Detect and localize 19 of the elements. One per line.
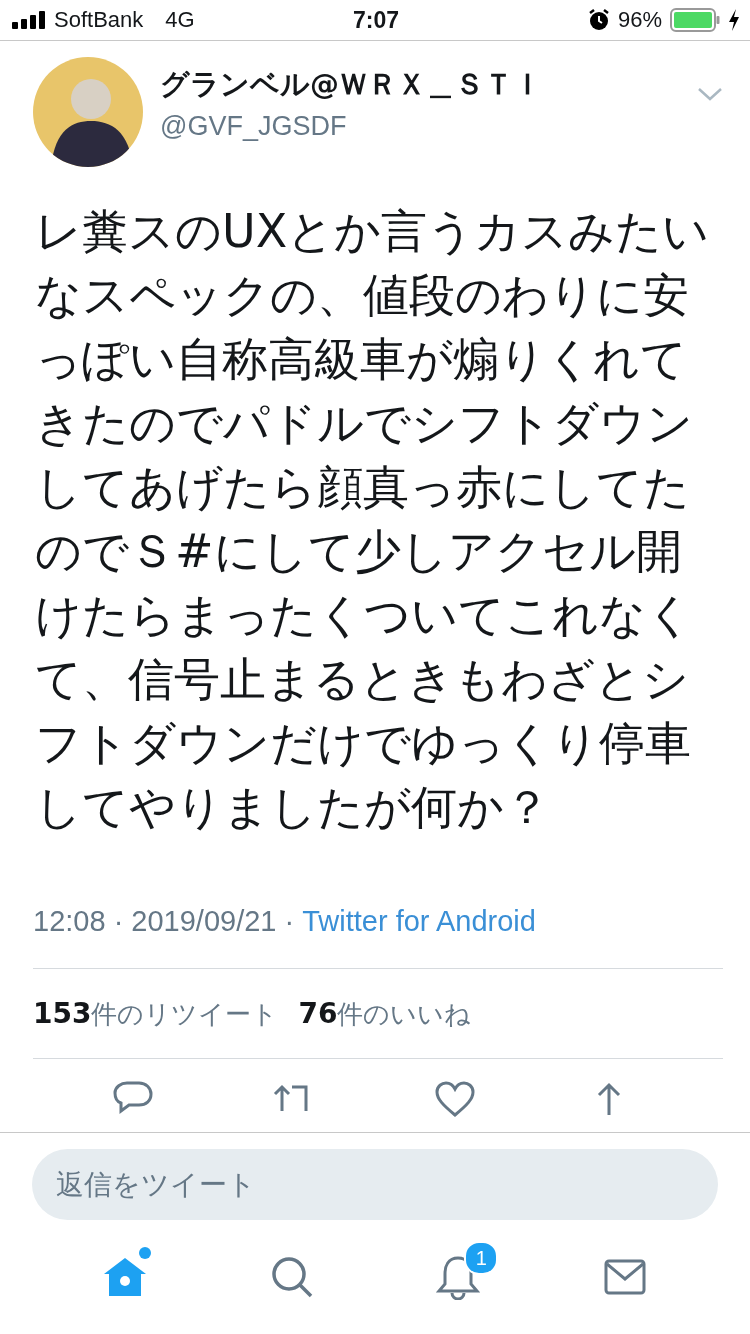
signal-icon xyxy=(12,11,46,29)
notification-badge: 1 xyxy=(464,1241,499,1275)
reply-field[interactable]: 返信をツイート xyxy=(32,1149,718,1220)
charging-icon xyxy=(728,9,740,31)
engagement-count[interactable]: 153件のリツイート xyxy=(33,997,279,1032)
network-type: 4G xyxy=(165,7,195,33)
heart-icon[interactable] xyxy=(434,1081,475,1117)
mail-icon xyxy=(603,1259,646,1295)
clock: 7:07 xyxy=(353,6,400,34)
battery-percent: 96% xyxy=(617,7,662,33)
tweet-text: レ糞スのUXとか言うカスみたいなスペックの、値段のわりに安っぽい自称高級車が煽りくれてきたのでパドルでシフトダウンしてあげたら顔真っ赤にしてたのでＳ#にして少しアクセル開けたらまったくついてこれなくて、信号止まるときもわざとシフトダウンだけでゆっくり停車してやりましたが何か？ xyxy=(35,203,711,836)
user-handle: @GVF_JGSDF xyxy=(160,110,348,142)
display-name: グランベル@ＷＲＸ＿ＳＴＩ xyxy=(160,65,543,103)
alarm-icon xyxy=(587,9,610,31)
tweet-timestamp: 12:08 · 2019/09/21 · xyxy=(33,905,295,938)
battery-icon xyxy=(670,8,720,32)
engagement-count[interactable]: 76件のいいね xyxy=(298,997,472,1032)
search-icon xyxy=(269,1255,314,1299)
carrier-name: SoftBank xyxy=(54,7,144,33)
